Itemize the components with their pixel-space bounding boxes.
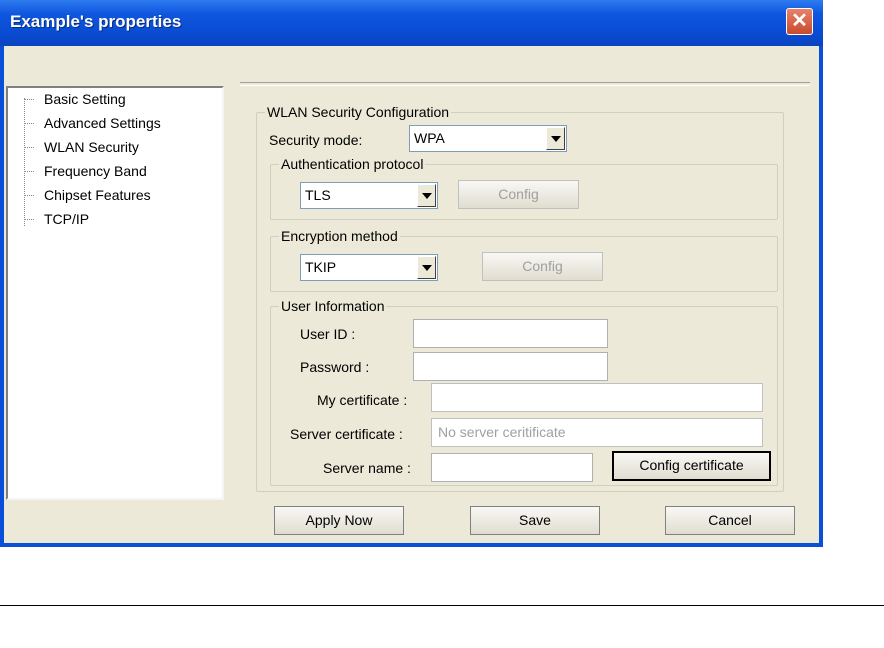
security-mode-value: WPA [414,130,445,146]
settings-tree: Basic Setting Advanced Settings WLAN Sec… [6,86,224,500]
my-certificate-field[interactable] [431,383,763,412]
user-information-legend: User Information [281,298,385,314]
config-certificate-button[interactable]: Config certificate [612,451,771,481]
tree-item-label: Frequency Band [44,163,147,179]
server-name-label: Server name : [323,460,411,476]
chevron-down-icon[interactable] [417,256,436,279]
chevron-down-icon[interactable] [417,184,436,207]
save-button[interactable]: Save [470,506,600,535]
server-certificate-label: Server certificate : [290,426,403,442]
tree-dash [24,123,34,124]
server-certificate-field[interactable]: No server ceritificate [431,418,763,447]
tree-dash [24,147,34,148]
user-id-field[interactable] [413,319,608,348]
encryption-method-legend: Encryption method [281,228,398,244]
properties-dialog: Example's properties ✕ Basic Setting Adv… [0,0,823,547]
window-title: Example's properties [10,12,182,31]
tree-item-label: Basic Setting [44,91,126,107]
server-name-field[interactable] [431,453,593,482]
encryption-method-select[interactable]: TKIP [300,254,438,281]
close-icon: ✕ [791,10,808,32]
authentication-protocol-value: TLS [305,187,331,203]
encryption-config-button[interactable]: Config [482,252,603,281]
encryption-method-value: TKIP [305,259,337,275]
authentication-protocol-legend: Authentication protocol [281,156,424,172]
tree-item-label: Chipset Features [44,187,151,203]
header-divider [240,82,810,86]
apply-now-button[interactable]: Apply Now [274,506,404,535]
tree-dash [24,219,34,220]
page-rule [0,605,884,606]
password-field[interactable] [413,352,608,381]
user-id-label: User ID : [300,326,356,342]
tree-item-label: WLAN Security [44,139,139,155]
cancel-button[interactable]: Cancel [665,506,795,535]
security-mode-label: Security mode: [269,132,363,148]
tree-item-label: TCP/IP [44,211,90,227]
tree-dash [24,171,34,172]
wlan-security-legend: WLAN Security Configuration [267,104,450,120]
chevron-down-icon[interactable] [546,127,565,150]
my-certificate-label: My certificate : [317,392,408,408]
security-mode-select[interactable]: WPA [409,125,567,152]
authentication-config-button[interactable]: Config [458,180,579,209]
tree-item-label: Advanced Settings [44,115,161,131]
close-button[interactable]: ✕ [786,8,813,35]
title-bar[interactable]: Example's properties ✕ [0,0,823,46]
tree-connector-line [24,98,26,226]
password-label: Password : [300,359,370,375]
authentication-protocol-select[interactable]: TLS [300,182,438,209]
tree-dash [24,99,34,100]
tree-dash [24,195,34,196]
dialog-client-area: Basic Setting Advanced Settings WLAN Sec… [4,46,819,543]
